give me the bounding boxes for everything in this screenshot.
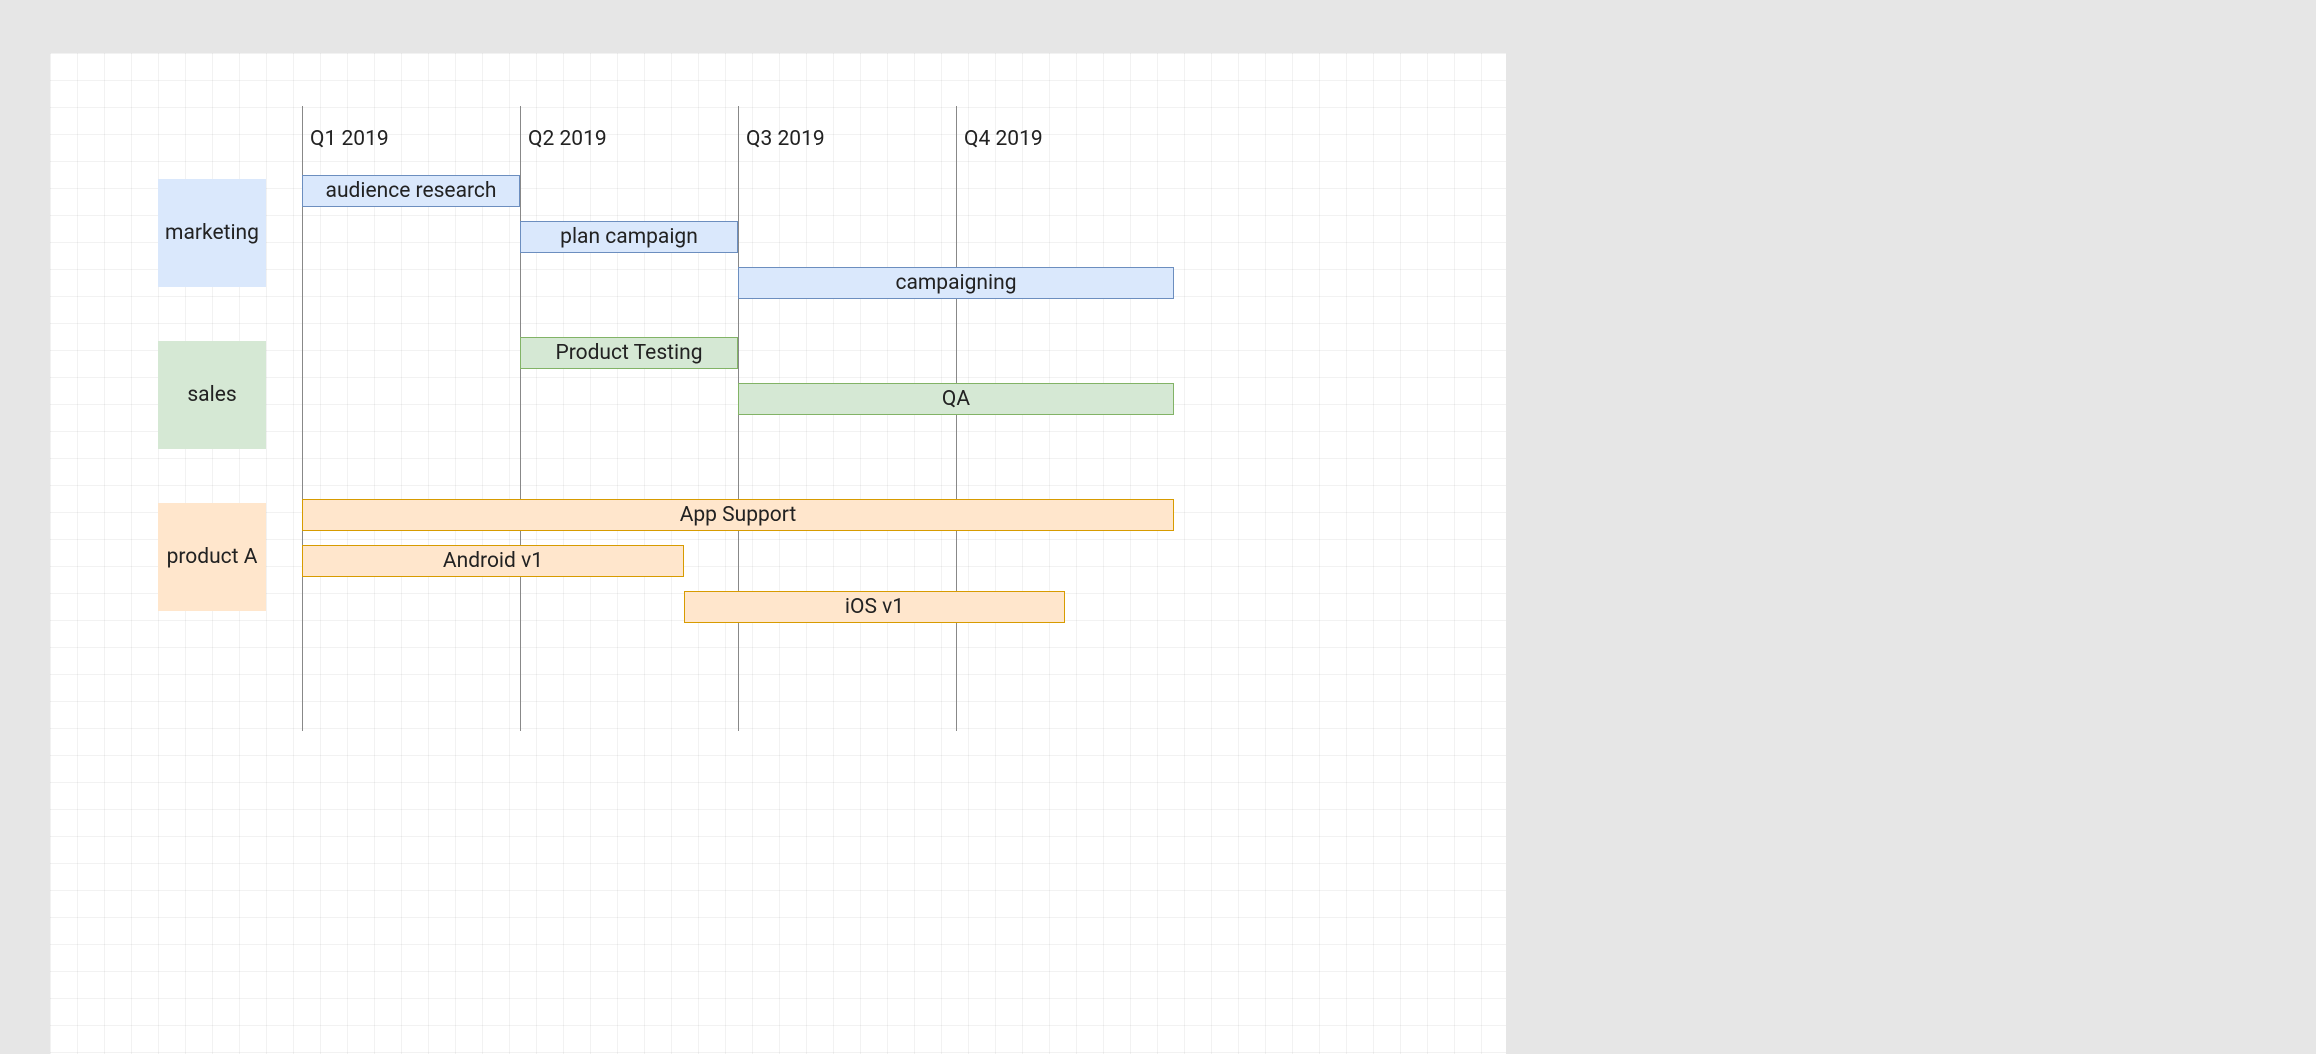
gantt-bar[interactable]: iOS v1 xyxy=(684,591,1065,623)
gantt-bar[interactable]: audience research xyxy=(302,175,520,207)
quarter-label: Q4 2019 xyxy=(964,127,1043,151)
group-label: product A xyxy=(167,545,258,569)
gantt-bar-label: QA xyxy=(942,387,970,411)
gantt-bar-label: iOS v1 xyxy=(845,595,904,619)
quarter-label: Q1 2019 xyxy=(310,127,389,151)
gantt-bar[interactable]: Android v1 xyxy=(302,545,684,577)
gantt-bar[interactable]: QA xyxy=(738,383,1174,415)
quarter-divider xyxy=(520,106,521,731)
gantt-bar[interactable]: App Support xyxy=(302,499,1174,531)
gantt-bar[interactable]: plan campaign xyxy=(520,221,738,253)
quarter-label: Q3 2019 xyxy=(746,127,825,151)
group-box[interactable]: product A xyxy=(158,503,266,611)
gantt-bar-label: plan campaign xyxy=(560,225,698,249)
gantt-bar-label: campaigning xyxy=(895,271,1016,295)
gantt-canvas[interactable]: Q1 2019 Q2 2019 Q3 2019 Q4 2019 marketing sal… xyxy=(50,53,1506,1054)
gantt-bar-label: audience research xyxy=(326,179,497,203)
group-label: sales xyxy=(187,383,236,407)
group-box[interactable]: marketing xyxy=(158,179,266,287)
gantt-bar-label: Android v1 xyxy=(443,549,543,573)
gantt-bar-label: Product Testing xyxy=(555,341,702,365)
group-label: marketing xyxy=(165,221,259,245)
quarter-divider xyxy=(738,106,739,731)
gantt-bar[interactable]: Product Testing xyxy=(520,337,738,369)
quarter-label: Q2 2019 xyxy=(528,127,607,151)
quarter-divider xyxy=(956,106,957,731)
group-box[interactable]: sales xyxy=(158,341,266,449)
gantt-bar-label: App Support xyxy=(680,503,797,527)
gantt-bar[interactable]: campaigning xyxy=(738,267,1174,299)
